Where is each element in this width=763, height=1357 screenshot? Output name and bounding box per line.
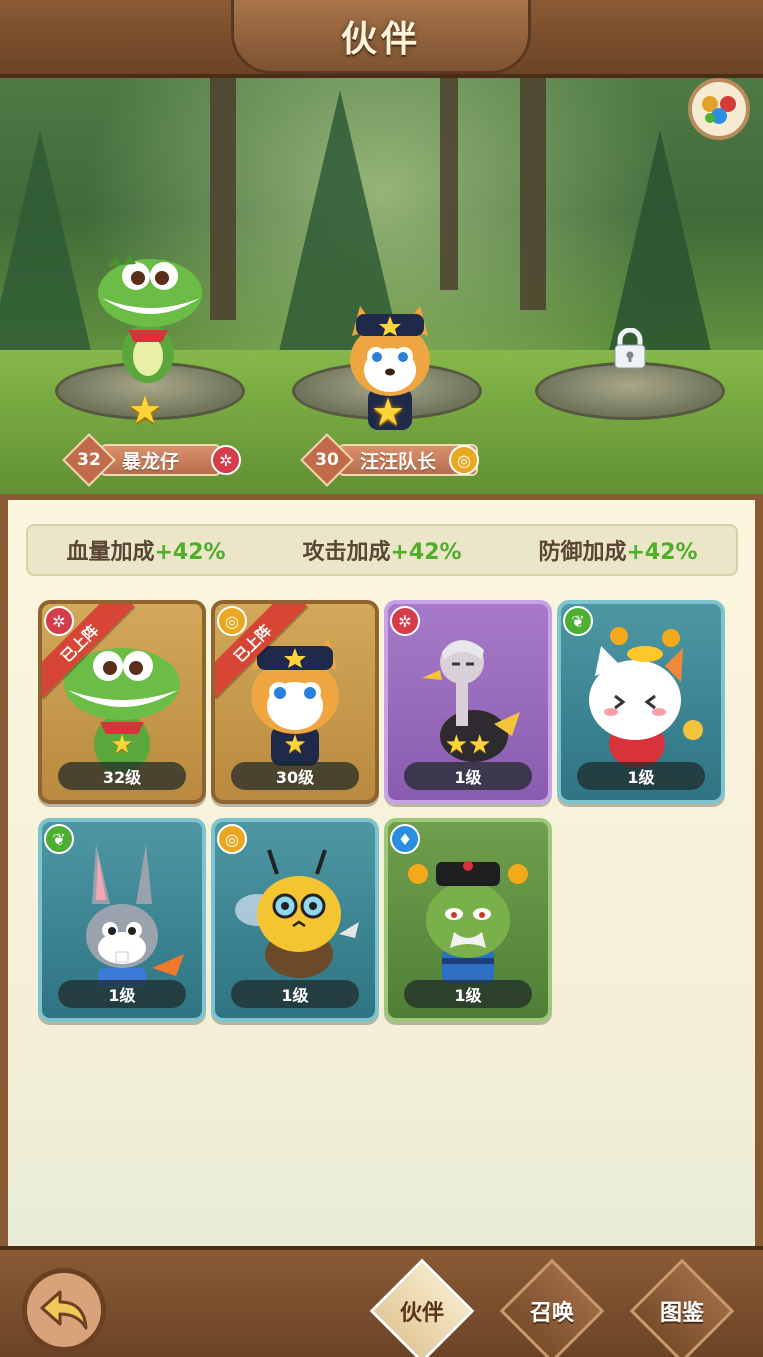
gold-element-icon: ◎ xyxy=(217,606,247,636)
back-arrow-icon xyxy=(40,1290,88,1330)
partner-level: 32 xyxy=(77,450,101,470)
card-level: 1级 xyxy=(58,980,186,1008)
tab-label: 图鉴 xyxy=(659,1301,704,1326)
partner-card[interactable]: ❦ 1级 xyxy=(38,818,206,1022)
card-level: 1级 xyxy=(231,980,359,1008)
fire-element-icon: ✲ xyxy=(44,606,74,636)
lucky-cat-portrait xyxy=(589,627,703,768)
bonus-value: +42% xyxy=(154,540,226,565)
lock-icon xyxy=(614,328,646,369)
bottom-nav: 伙伴 召唤 图鉴 xyxy=(0,1246,763,1357)
gold-element-icon: ◎ xyxy=(449,445,479,475)
tab-label: 召唤 xyxy=(529,1301,574,1326)
partner-nametag: 32 暴龙仔 ✲ xyxy=(62,433,241,487)
star-icon: ★ xyxy=(128,388,163,432)
back-button[interactable] xyxy=(22,1268,106,1352)
gold-element-icon: ◎ xyxy=(217,824,247,854)
partner-name: 暴龙仔 xyxy=(100,444,222,476)
bonus-bar: 血量加成+42% 攻击加成+42% 防御加成+42% xyxy=(26,524,738,576)
bee-portrait xyxy=(235,849,359,978)
partner-card[interactable]: ★★ ✲ 1级 xyxy=(384,600,552,804)
forest-scene: ★ ★ 32 暴龙仔 ✲ 30 汪汪队长 ◎ xyxy=(0,60,763,500)
crocodile-character[interactable] xyxy=(88,238,208,388)
water-element-icon: ♦ xyxy=(390,824,420,854)
bonus-value: +42% xyxy=(626,540,698,565)
tab-codex[interactable]: 图鉴 xyxy=(624,1258,740,1357)
tree-trunk xyxy=(440,60,458,290)
card-level: 1级 xyxy=(577,762,705,790)
frog-sage-portrait xyxy=(408,861,528,984)
attack-bonus: 攻击加成+42% xyxy=(302,534,461,566)
partner-nametag: 30 汪汪队长 ◎ xyxy=(300,433,479,487)
bunny-portrait xyxy=(86,844,184,988)
tab-summon[interactable]: 召唤 xyxy=(494,1258,610,1357)
bonus-label: 攻击加成 xyxy=(302,540,391,565)
card-level: 32级 xyxy=(58,762,186,790)
fire-element-icon: ✲ xyxy=(211,445,241,475)
partner-card[interactable]: ♦ 1级 xyxy=(384,818,552,1022)
partner-panel: 血量加成+42% 攻击加成+42% 防御加成+42% ★ 已上阵 ✲ 32级 ★… xyxy=(0,494,763,1254)
partner-card[interactable]: ★ 已上阵 ◎ 30级 xyxy=(211,600,379,804)
star-icon: ★ xyxy=(371,390,406,434)
leaf-element-icon: ❦ xyxy=(563,606,593,636)
star-icon: ★★ xyxy=(444,730,492,760)
defense-bonus: 防御加成+42% xyxy=(538,534,697,566)
hp-bonus: 血量加成+42% xyxy=(66,534,225,566)
title-bar: 伙伴 xyxy=(0,0,763,78)
partner-card[interactable]: ★ 已上阵 ✲ 32级 xyxy=(38,600,206,804)
bonus-value: +42% xyxy=(390,540,462,565)
bonus-label: 血量加成 xyxy=(66,540,155,565)
title-plate: 伙伴 xyxy=(231,0,531,74)
card-level: 1级 xyxy=(404,980,532,1008)
page-title: 伙伴 xyxy=(340,18,421,60)
colored-orbs-icon xyxy=(702,96,736,124)
card-level: 30级 xyxy=(231,762,359,790)
partner-level: 30 xyxy=(315,450,339,470)
star-icon: ★ xyxy=(283,730,307,760)
leaf-element-icon: ❦ xyxy=(44,824,74,854)
partner-card[interactable]: ◎ 1级 xyxy=(211,818,379,1022)
tab-label: 伙伴 xyxy=(399,1301,444,1326)
tree-trunk xyxy=(210,60,236,320)
orbs-button[interactable] xyxy=(688,78,750,140)
bonus-label: 防御加成 xyxy=(538,540,627,565)
partner-card[interactable]: ❦ 1级 xyxy=(557,600,725,804)
tab-partners[interactable]: 伙伴 xyxy=(364,1258,480,1357)
fire-element-icon: ✲ xyxy=(390,606,420,636)
pedestal-locked[interactable] xyxy=(535,362,725,420)
card-level: 1级 xyxy=(404,762,532,790)
tree-trunk xyxy=(520,60,546,310)
star-icon: ★ xyxy=(110,730,134,760)
